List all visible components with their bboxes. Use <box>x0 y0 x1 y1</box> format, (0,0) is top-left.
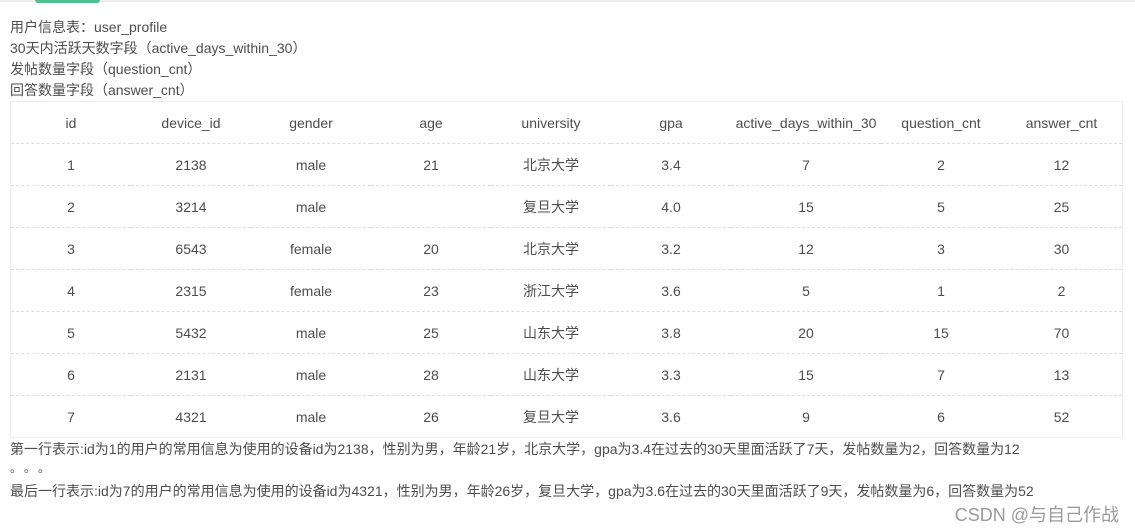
table-cell-university: 北京大学 <box>491 143 611 186</box>
column-header-answer-cnt: answer_cnt <box>1001 102 1122 144</box>
table-cell-university: 复旦大学 <box>491 185 611 228</box>
table-cell-answer-cnt: 52 <box>1053 408 1070 425</box>
table-cell-answer-cnt: 13 <box>1001 353 1122 396</box>
column-header-gpa: gpa <box>611 102 731 144</box>
column-header-university: university <box>491 102 611 144</box>
table-row: 4 2315 female 23 浙江大学 3.6 5 1 2 <box>11 269 1122 312</box>
table-cell-id: 4 <box>11 269 131 312</box>
table-row: 5 5432 male 25 山东大学 3.8 20 15 70 <box>11 311 1122 354</box>
table-cell-age: 23 <box>371 269 491 312</box>
table-header-row: id device_id gender age university gpa active_… <box>11 102 1122 144</box>
table-row: 7 4321 male 26 复旦大学 3.6 9 6 52 <box>11 396 1122 438</box>
top-divider <box>0 0 1135 2</box>
table-cell-id: 7 <box>67 408 75 425</box>
table-cell-question-cnt: 3 <box>881 227 1001 270</box>
intro-answer-cnt-field: 回答数量字段（answer_cnt） <box>10 82 194 98</box>
intro-active-days-field: 30天内活跃天数字段（active_days_within_30） <box>10 40 307 56</box>
table-cell-age: 20 <box>371 227 491 270</box>
table-cell-age: 28 <box>371 353 491 396</box>
table-cell-active-days-within-30: 12 <box>731 227 881 270</box>
table-row: 6 2131 male 28 山东大学 3.3 15 7 13 <box>11 353 1122 396</box>
table-cell-device-id: 2131 <box>131 353 251 396</box>
table-cell-university: 山东大学 <box>491 311 611 354</box>
table-cell-gender: male <box>295 408 327 425</box>
last-row-explanation: 最后一行表示:id为7的用户的常用信息为使用的设备id为4321，性别为男，年龄… <box>10 483 1034 499</box>
intro-question-cnt-field: 发帖数量字段（question_cnt） <box>10 61 202 77</box>
table-cell-university: 北京大学 <box>491 227 611 270</box>
table-cell-device-id: 5432 <box>131 311 251 354</box>
column-header-age: age <box>371 102 491 144</box>
table-cell-university: 浙江大学 <box>491 269 611 312</box>
table-cell-device-id: 3214 <box>131 185 251 228</box>
table-cell-answer-cnt: 25 <box>1001 185 1122 228</box>
table-cell-age <box>371 185 491 228</box>
table-cell-device-id: 2138 <box>131 143 251 186</box>
table-cell-active-days-within-30: 9 <box>802 408 810 425</box>
table-cell-id: 2 <box>11 185 131 228</box>
table-cell-answer-cnt: 2 <box>1001 269 1122 312</box>
table-cell-answer-cnt: 70 <box>1001 311 1122 354</box>
active-tab-indicator <box>35 0 100 3</box>
table-cell-question-cnt: 15 <box>881 311 1001 354</box>
table-cell-device-id: 2315 <box>131 269 251 312</box>
table-cell-answer-cnt: 12 <box>1001 143 1122 186</box>
table-cell-gender: male <box>251 311 371 354</box>
table-cell-gender: male <box>251 143 371 186</box>
column-header-active-days-within-30: active_days_within_30 <box>731 102 881 144</box>
table-cell-gpa: 3.3 <box>611 353 731 396</box>
table-body: 1 2138 male 21 北京大学 3.4 7 2 12 2 3214 male 复旦大学 4.0 15… <box>11 143 1122 438</box>
table-cell-id: 6 <box>11 353 131 396</box>
table-row: 2 3214 male 复旦大学 4.0 15 5 25 <box>11 185 1122 228</box>
table-cell-gpa: 3.4 <box>611 143 731 186</box>
column-header-device-id: device_id <box>131 102 251 144</box>
table-cell-gender: female <box>251 227 371 270</box>
table-cell-question-cnt: 5 <box>881 185 1001 228</box>
intro-table-name: 用户信息表：user_profile <box>10 19 168 35</box>
table-cell-active-days-within-30: 7 <box>731 143 881 186</box>
table-cell-active-days-within-30: 15 <box>731 185 881 228</box>
table-cell-active-days-within-30: 15 <box>731 353 881 396</box>
table-cell-gpa: 4.0 <box>611 185 731 228</box>
table-cell-active-days-within-30: 20 <box>731 311 881 354</box>
user-profile-table: id device_id gender age university gpa active_… <box>10 101 1123 438</box>
table-cell-device-id: 4321 <box>175 408 207 425</box>
table-cell-gpa: 3.6 <box>661 408 681 425</box>
table-cell-answer-cnt: 30 <box>1001 227 1122 270</box>
table-cell-university: 复旦大学 <box>523 408 579 425</box>
table-cell-id: 3 <box>11 227 131 270</box>
column-header-id: id <box>11 102 131 144</box>
table-cell-id: 1 <box>11 143 131 186</box>
table-cell-university: 山东大学 <box>491 353 611 396</box>
table-cell-device-id: 6543 <box>131 227 251 270</box>
table-cell-question-cnt: 1 <box>881 269 1001 312</box>
intro-text: 用户信息表：user_profile 30天内活跃天数字段（active_day… <box>10 17 306 101</box>
table-cell-gpa: 3.8 <box>611 311 731 354</box>
table-cell-gpa: 3.2 <box>611 227 731 270</box>
column-header-question-cnt: question_cnt <box>881 102 1001 144</box>
table-cell-question-cnt: 7 <box>881 353 1001 396</box>
table-cell-age: 21 <box>371 143 491 186</box>
table-cell-active-days-within-30: 5 <box>731 269 881 312</box>
table-cell-gender: female <box>251 269 371 312</box>
table-cell-id: 5 <box>11 311 131 354</box>
table-cell-question-cnt: 2 <box>881 143 1001 186</box>
column-header-gender: gender <box>251 102 371 144</box>
ellipsis-text: 。。。 <box>10 461 59 475</box>
table-cell-age: 25 <box>371 311 491 354</box>
table-cell-gender: male <box>251 185 371 228</box>
csdn-watermark: CSDN @与自己作战 <box>954 505 1119 525</box>
table-cell-gpa: 3.6 <box>611 269 731 312</box>
table-cell-age: 26 <box>423 408 439 425</box>
table-row: 1 2138 male 21 北京大学 3.4 7 2 12 <box>11 143 1122 186</box>
table-cell-question-cnt: 6 <box>937 408 945 425</box>
first-row-explanation: 第一行表示:id为1的用户的常用信息为使用的设备id为2138，性别为男，年龄2… <box>10 441 1020 457</box>
table-row: 3 6543 female 20 北京大学 3.2 12 3 30 <box>11 227 1122 270</box>
table-cell-gender: male <box>251 353 371 396</box>
